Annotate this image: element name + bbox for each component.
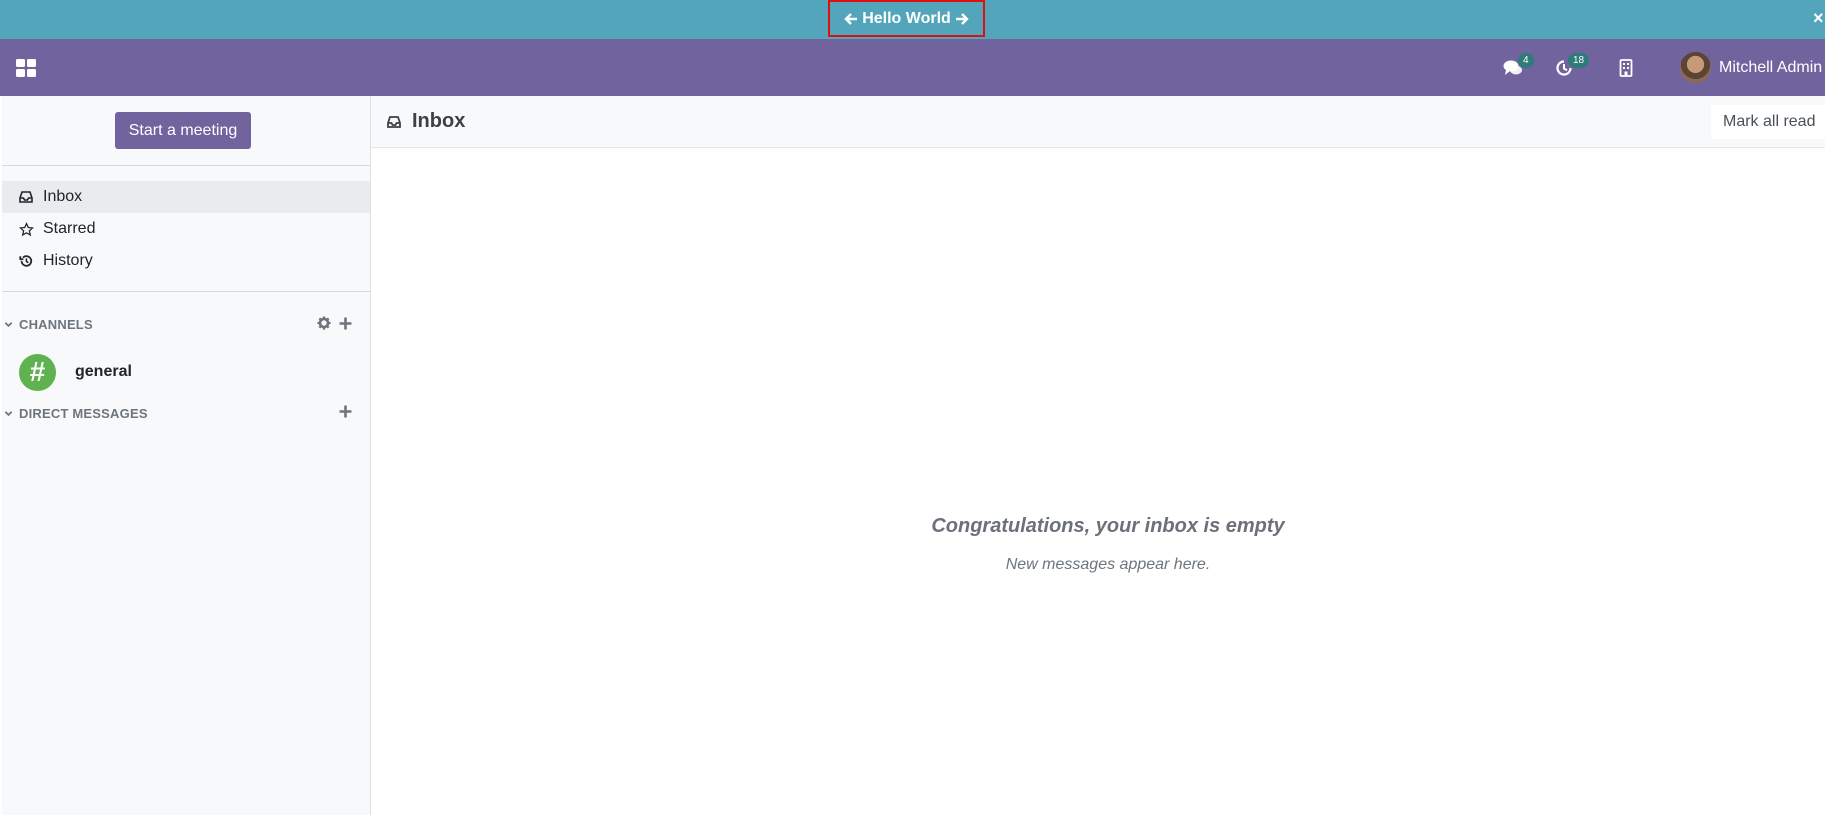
- messages-badge: 4: [1518, 53, 1534, 68]
- inbox-icon: [387, 115, 401, 128]
- plus-icon[interactable]: [339, 405, 352, 418]
- history-icon: [18, 254, 34, 268]
- company-menu[interactable]: [1619, 39, 1633, 96]
- direct-messages-category[interactable]: DIRECT MESSAGES: [2, 403, 370, 423]
- channel-item-general[interactable]: # general: [2, 352, 370, 392]
- banner-title-text: Hello World: [862, 9, 951, 27]
- main-header: Inbox Mark all read: [371, 96, 1825, 148]
- gear-icon[interactable]: [317, 316, 331, 330]
- discuss-sidebar: Start a meeting Inbox Starred History CH…: [2, 96, 371, 815]
- banner-title[interactable]: Hello World: [828, 0, 985, 37]
- avatar: [1680, 52, 1711, 83]
- sidebar-item-starred[interactable]: Starred: [2, 213, 370, 245]
- empty-state-title: Congratulations, your inbox is empty: [931, 515, 1285, 537]
- arrow-left-icon: [844, 12, 858, 25]
- channels-category[interactable]: CHANNELS: [2, 314, 370, 334]
- plus-icon[interactable]: [339, 317, 352, 330]
- close-icon[interactable]: ×: [1813, 8, 1825, 29]
- apps-grid-icon[interactable]: [16, 59, 36, 82]
- hash-icon: #: [19, 353, 56, 391]
- activities-menu[interactable]: [1555, 39, 1573, 96]
- chevron-down-icon: [4, 409, 13, 418]
- page-title: Inbox: [387, 96, 465, 147]
- channels-label: CHANNELS: [19, 316, 93, 332]
- page-title-text: Inbox: [412, 110, 466, 132]
- star-icon: [18, 221, 34, 237]
- sidebar-item-label: Starred: [43, 220, 96, 237]
- messages-menu[interactable]: [1503, 39, 1523, 96]
- empty-state-subtitle: New messages appear here.: [1005, 556, 1211, 573]
- user-name: Mitchell Admin: [1719, 58, 1823, 76]
- building-icon: [1619, 58, 1633, 77]
- direct-messages-label: DIRECT MESSAGES: [19, 405, 148, 421]
- main-navbar: 4 18 Mitchell Admin: [0, 39, 1825, 96]
- top-banner: Hello World ×: [0, 0, 1825, 39]
- chevron-down-icon: [4, 320, 13, 329]
- channel-name: general: [75, 363, 132, 380]
- divider: [2, 165, 370, 166]
- sidebar-item-label: Inbox: [43, 188, 83, 205]
- sidebar-item-history[interactable]: History: [2, 245, 370, 277]
- user-menu[interactable]: Mitchell Admin: [1680, 39, 1822, 96]
- sidebar-item-inbox[interactable]: Inbox: [2, 181, 370, 213]
- start-meeting-button[interactable]: Start a meeting: [115, 112, 251, 149]
- divider: [2, 291, 370, 292]
- arrow-right-icon: [955, 12, 969, 25]
- activities-badge: 18: [1568, 53, 1590, 68]
- inbox-icon: [18, 191, 34, 203]
- sidebar-item-label: History: [43, 252, 93, 269]
- mark-all-read-button[interactable]: Mark all read: [1711, 105, 1825, 139]
